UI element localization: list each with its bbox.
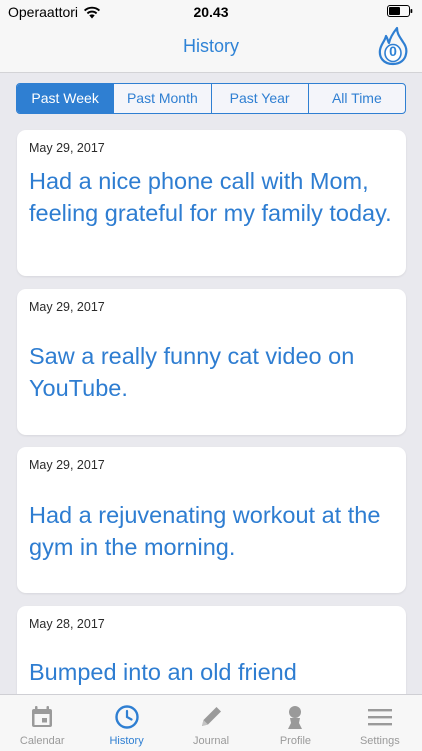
tab-label: Settings	[359, 735, 400, 747]
streak-flame-button[interactable]: 0	[376, 26, 410, 66]
person-icon	[288, 706, 303, 729]
clock-icon	[114, 705, 139, 729]
entry-card[interactable]: May 29, 2017 Had a rejuvenating workout …	[17, 447, 406, 593]
tab-label: Journal	[192, 735, 230, 747]
tab-label: Profile	[279, 735, 312, 747]
entry-date: May 29, 2017	[29, 300, 105, 314]
tab-history[interactable]: History	[84, 695, 168, 751]
segment-past-year[interactable]: Past Year	[210, 84, 308, 113]
status-bar: Operaattori 20.43	[0, 0, 422, 24]
pencil-icon	[202, 707, 222, 726]
streak-count: 0	[389, 43, 397, 59]
entry-date: May 29, 2017	[29, 141, 105, 155]
tab-calendar[interactable]: Calendar	[0, 695, 84, 751]
menu-icon	[367, 709, 392, 726]
calendar-icon	[32, 706, 53, 727]
segment-past-month[interactable]: Past Month	[113, 84, 210, 113]
page-title: History	[182, 36, 239, 56]
entry-date: May 29, 2017	[29, 458, 105, 472]
battery-icon	[387, 5, 413, 17]
tab-label: Calendar	[19, 735, 65, 747]
tab-profile[interactable]: Profile	[253, 695, 337, 751]
time-range-segmented-control: Past Week Past Month Past Year All Time	[16, 83, 406, 114]
segment-all-time[interactable]: All Time	[307, 84, 405, 113]
navigation-bar: History 0	[0, 24, 422, 73]
tab-label: History	[109, 735, 144, 747]
status-time: 20.43	[193, 4, 229, 20]
entry-text: Had a rejuvenating workout at the gym in…	[29, 502, 381, 560]
tab-bar: Calendar History Journal Profile Setting…	[0, 694, 422, 751]
entry-text: Had a nice phone call with Mom, feeling …	[29, 168, 392, 226]
entry-card[interactable]: May 29, 2017 Had a nice phone call with …	[17, 130, 406, 276]
segment-past-week[interactable]: Past Week	[17, 84, 114, 113]
entry-card[interactable]: May 29, 2017 Saw a really funny cat vide…	[17, 289, 406, 435]
tab-journal[interactable]: Journal	[169, 695, 253, 751]
entry-text: Bumped into an old friend	[29, 659, 297, 685]
entry-date: May 28, 2017	[29, 617, 105, 631]
entry-text: Saw a really funny cat video on YouTube.	[29, 343, 355, 401]
tab-settings[interactable]: Settings	[338, 695, 422, 751]
